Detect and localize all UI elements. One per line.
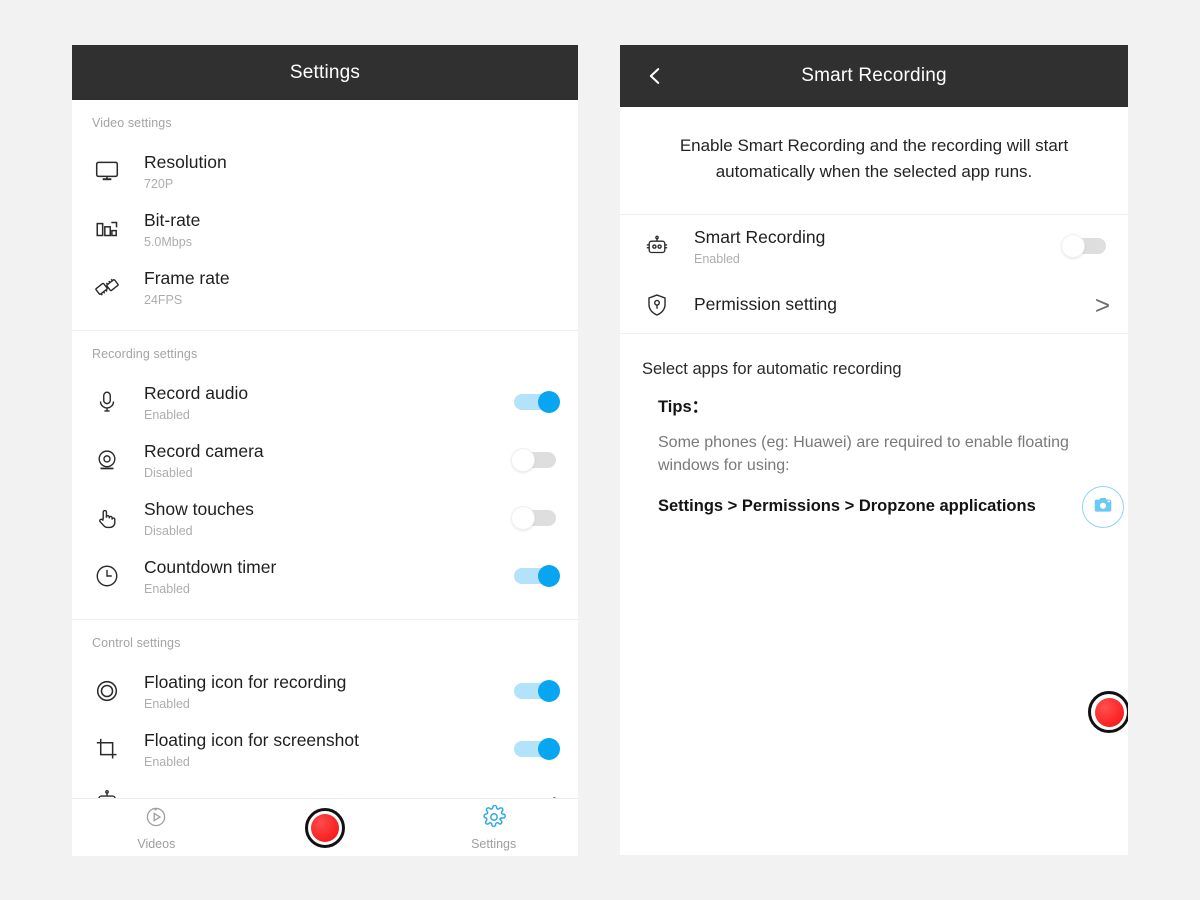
setting-value: Disabled bbox=[144, 466, 512, 480]
settings-scroll-area[interactable]: Video settings Resolution 720P bbox=[72, 100, 578, 856]
setting-value: Enabled bbox=[144, 697, 512, 711]
select-apps-heading: Select apps for automatic recording bbox=[620, 340, 1128, 381]
settings-titlebar: Settings bbox=[72, 45, 578, 100]
record-icon bbox=[1095, 698, 1124, 727]
record-icon bbox=[305, 808, 345, 848]
section-label-video: Video settings bbox=[72, 100, 578, 142]
setting-label: Permission setting bbox=[694, 293, 1095, 317]
record-button[interactable] bbox=[241, 808, 410, 848]
setting-row-floating-recording[interactable]: Floating icon for recording Enabled bbox=[72, 662, 578, 720]
screenshot-stage: Settings Video settings Resolution 720P bbox=[0, 0, 1200, 900]
shield-key-icon bbox=[642, 290, 672, 320]
toggle-show-touches[interactable] bbox=[512, 507, 560, 529]
setting-label: Resolution bbox=[144, 151, 560, 175]
robot-icon bbox=[642, 231, 672, 261]
gear-icon bbox=[482, 805, 506, 834]
chevron-left-icon[interactable] bbox=[638, 59, 672, 93]
setting-value: Enabled bbox=[694, 252, 1062, 266]
settings-panel: Settings Video settings Resolution 720P bbox=[72, 45, 578, 856]
toggle-record-audio[interactable] bbox=[512, 391, 560, 413]
floating-camera-button[interactable] bbox=[1082, 486, 1124, 528]
bitrate-bars-icon bbox=[92, 214, 122, 244]
bottom-navigation: Videos Settings bbox=[72, 798, 578, 856]
setting-label: Countdown timer bbox=[144, 556, 512, 580]
nav-label-settings: Settings bbox=[471, 837, 516, 851]
panel-edge-mask bbox=[1128, 660, 1200, 900]
setting-value: Enabled bbox=[144, 408, 512, 422]
setting-row-bitrate[interactable]: Bit-rate 5.0Mbps bbox=[72, 200, 578, 258]
nav-item-videos[interactable]: Videos bbox=[72, 805, 241, 851]
webcam-icon bbox=[92, 445, 122, 475]
microphone-icon bbox=[92, 387, 122, 417]
toggle-countdown-timer[interactable] bbox=[512, 565, 560, 587]
smart-recording-panel: Smart Recording Enable Smart Recording a… bbox=[620, 45, 1128, 855]
setting-value: Enabled bbox=[144, 582, 512, 596]
film-frames-icon bbox=[92, 272, 122, 302]
section-label-control: Control settings bbox=[72, 620, 578, 662]
section-label-recording: Recording settings bbox=[72, 331, 578, 373]
monitor-icon bbox=[92, 156, 122, 186]
toggle-record-camera[interactable] bbox=[512, 449, 560, 471]
setting-row-floating-screenshot[interactable]: Floating icon for screenshot Enabled bbox=[72, 720, 578, 778]
tips-block: Tips： Some phones (eg: Huawei) are requi… bbox=[620, 381, 1128, 516]
setting-label: Show touches bbox=[144, 498, 512, 522]
setting-row-smart-recording[interactable]: Smart Recording Enabled bbox=[620, 215, 1128, 277]
nav-label-videos: Videos bbox=[137, 837, 175, 851]
setting-value: 720P bbox=[144, 177, 560, 191]
touch-hand-icon bbox=[92, 503, 122, 533]
toggle-smart-recording[interactable] bbox=[1062, 235, 1110, 257]
setting-row-framerate[interactable]: Frame rate 24FPS bbox=[72, 258, 578, 316]
setting-row-record-audio[interactable]: Record audio Enabled bbox=[72, 373, 578, 431]
setting-label: Floating icon for recording bbox=[144, 671, 512, 695]
setting-row-countdown-timer[interactable]: Countdown timer Enabled bbox=[72, 547, 578, 605]
tips-body: Some phones (eg: Huawei) are required to… bbox=[658, 431, 1078, 477]
page-title: Smart Recording bbox=[801, 65, 947, 87]
setting-row-resolution[interactable]: Resolution 720P bbox=[72, 142, 578, 200]
smart-description: Enable Smart Recording and the recording… bbox=[620, 107, 1128, 214]
setting-row-record-camera[interactable]: Record camera Disabled bbox=[72, 431, 578, 489]
smart-titlebar: Smart Recording bbox=[620, 45, 1128, 107]
toggle-floating-recording[interactable] bbox=[512, 680, 560, 702]
chevron-right-icon[interactable]: > bbox=[1095, 292, 1110, 318]
setting-label: Record camera bbox=[144, 440, 512, 464]
clock-icon bbox=[92, 561, 122, 591]
toggle-floating-screenshot[interactable] bbox=[512, 738, 560, 760]
play-circle-icon bbox=[144, 805, 168, 834]
crop-icon bbox=[92, 734, 122, 764]
setting-label: Smart Recording bbox=[694, 226, 1062, 250]
setting-value: Disabled bbox=[144, 524, 512, 538]
tips-path: Settings > Permissions > Dropzone applic… bbox=[658, 497, 1128, 516]
target-circle-icon bbox=[92, 676, 122, 706]
setting-row-show-touches[interactable]: Show touches Disabled bbox=[72, 489, 578, 547]
floating-record-button[interactable] bbox=[1088, 691, 1130, 733]
setting-label: Floating icon for screenshot bbox=[144, 729, 512, 753]
tips-title: Tips： bbox=[658, 393, 1128, 417]
setting-row-permission-setting[interactable]: Permission setting > bbox=[620, 277, 1128, 333]
page-title: Settings bbox=[290, 62, 360, 84]
nav-item-settings[interactable]: Settings bbox=[409, 805, 578, 851]
setting-label: Frame rate bbox=[144, 267, 560, 291]
setting-label: Bit-rate bbox=[144, 209, 560, 233]
setting-value: 5.0Mbps bbox=[144, 235, 560, 249]
camera-icon bbox=[1092, 494, 1114, 521]
setting-label: Record audio bbox=[144, 382, 512, 406]
setting-value: 24FPS bbox=[144, 293, 560, 307]
setting-value: Enabled bbox=[144, 755, 512, 769]
